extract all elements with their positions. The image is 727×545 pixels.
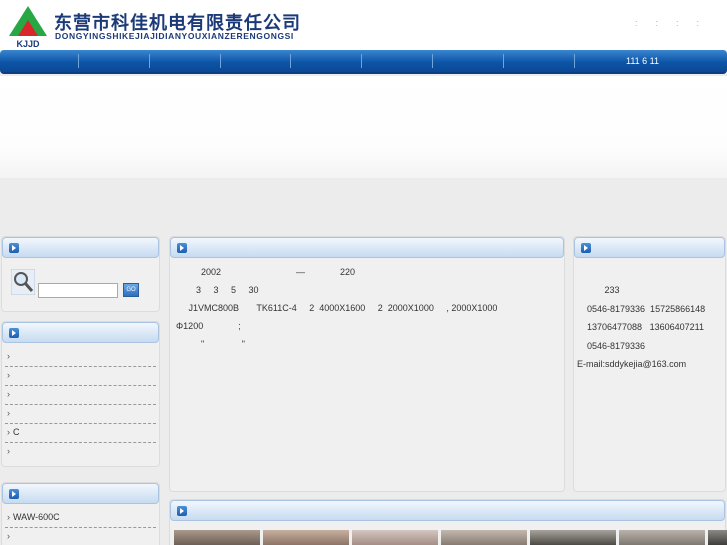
product-photo[interactable] [708, 530, 727, 545]
nav-divider [78, 54, 79, 68]
category-item[interactable] [5, 405, 156, 424]
search-panel-header [2, 237, 159, 258]
nav-divider [220, 54, 221, 68]
category-item[interactable]: C [5, 424, 156, 443]
product-photo[interactable] [174, 530, 260, 545]
top-links: : : : : [635, 18, 699, 28]
category-panel-header [2, 322, 159, 343]
search-go-button[interactable]: GO [123, 283, 139, 297]
arrow-icon [9, 328, 19, 338]
photo-panel-header [170, 500, 725, 521]
arrow-icon [177, 506, 187, 516]
nav-divider [149, 54, 150, 68]
main-nav: 111 6 11 [0, 50, 727, 74]
nav-divider [290, 54, 291, 68]
category-item[interactable] [5, 348, 156, 367]
top-link[interactable]: : [696, 18, 699, 28]
top-link[interactable]: : [655, 18, 658, 28]
company-logo[interactable]: KJJD [7, 4, 49, 48]
about-text: Φ1200 ; [176, 321, 241, 331]
top-link[interactable]: : [676, 18, 679, 28]
product-photo[interactable] [441, 530, 527, 545]
contact-text: 233 [577, 285, 620, 295]
logo-text: KJJD [16, 39, 40, 48]
magnifier-icon [11, 269, 35, 295]
arrow-icon [581, 243, 591, 253]
about-text: 2002 — 220 [176, 267, 356, 277]
product-photo[interactable] [263, 530, 349, 545]
nav-divider [503, 54, 504, 68]
about-text: 3 3 5 30 [176, 285, 259, 295]
top-link[interactable]: : [635, 18, 638, 28]
search-input[interactable] [38, 283, 118, 298]
arrow-icon [9, 243, 19, 253]
product-photo[interactable] [352, 530, 438, 545]
nav-divider [574, 54, 575, 68]
company-name-en: DONGYINGSHIKEJIAJIDIANYOUXIANZERENGONGSI [55, 31, 294, 41]
product-item[interactable]: WAW-600C [5, 509, 156, 528]
nav-divider [432, 54, 433, 68]
product-item[interactable] [5, 528, 156, 545]
product-photo[interactable] [530, 530, 616, 545]
contact-text: 0546-8179336 [577, 341, 646, 351]
contact-text: 13706477088 13606407211 [577, 322, 704, 332]
about-text: J1VMC800B TK611C-4 2 4000X1600 2 2000X10… [176, 303, 498, 313]
category-item[interactable] [5, 367, 156, 386]
contact-email: E-mail:sddykejia@163.com [577, 359, 687, 369]
banner [0, 76, 727, 178]
contact-panel-header [574, 237, 725, 258]
about-panel-header [170, 237, 564, 258]
nav-right-text[interactable]: 111 6 11 [626, 56, 659, 66]
category-item[interactable] [5, 386, 156, 405]
product-photo[interactable] [619, 530, 705, 545]
arrow-icon [177, 243, 187, 253]
contact-text: 0546-8179336 15725866148 [577, 304, 706, 314]
arrow-icon [9, 489, 19, 499]
nav-divider [361, 54, 362, 68]
category-item[interactable] [5, 443, 156, 462]
about-text: " " [176, 339, 245, 349]
product-panel-header [2, 483, 159, 504]
header: KJJD 东营市科佳机电有限责任公司 DONGYINGSHIKEJIAJIDIA… [0, 0, 727, 50]
